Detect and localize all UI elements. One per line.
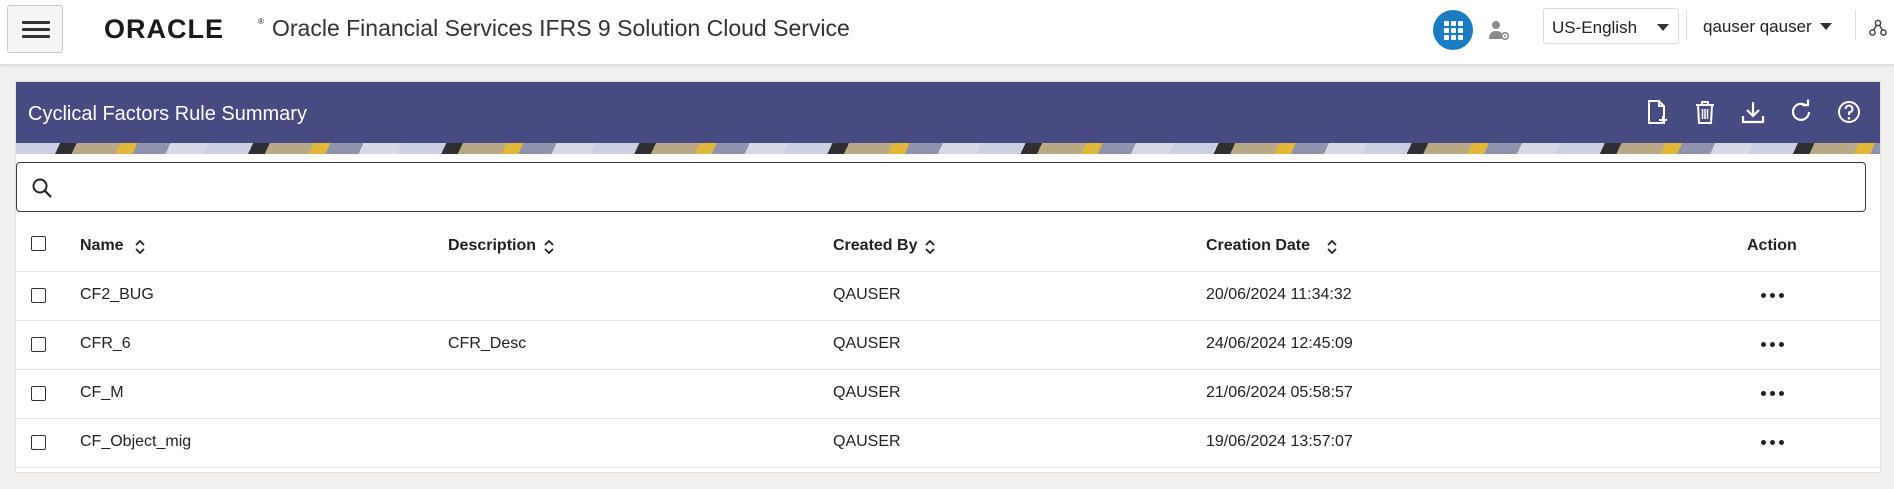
- header-divider: [1855, 10, 1856, 40]
- rule-summary-panel: Cyclical Factors Rule Summary Name Descr…: [15, 81, 1881, 473]
- sort-icon[interactable]: [543, 239, 555, 255]
- table-row[interactable]: CFR_6 CFR_Desc QAUSER 24/06/2024 12:45:0…: [16, 320, 1880, 370]
- download-icon[interactable]: [1740, 99, 1766, 125]
- cell-created-by: QAUSER: [833, 384, 901, 401]
- sort-icon[interactable]: [924, 239, 936, 255]
- column-header-description: Description: [448, 237, 537, 254]
- app-title: Oracle Financial Services IFRS 9 Solutio…: [272, 15, 850, 41]
- search-icon: [32, 178, 52, 198]
- help-icon[interactable]: [1836, 99, 1862, 125]
- cell-name: CFR_6: [80, 335, 131, 352]
- top-header: ORACLE ® Oracle Financial Services IFRS …: [0, 0, 1894, 65]
- column-header-name: Name: [80, 237, 124, 254]
- apps-grid-button[interactable]: [1433, 10, 1473, 50]
- column-header-created-by: Created By: [833, 237, 918, 254]
- column-header-action: Action: [1747, 237, 1797, 254]
- decorative-banner: [16, 143, 1880, 154]
- column-header-creation-date: Creation Date: [1206, 237, 1311, 254]
- sort-icon[interactable]: [1326, 239, 1338, 255]
- chevron-down-icon: [1820, 23, 1832, 30]
- cell-name: CF_M: [80, 384, 124, 401]
- svg-text:ORACLE: ORACLE: [104, 14, 224, 43]
- cell-description: CFR_Desc: [448, 335, 527, 352]
- row-checkbox[interactable]: [31, 337, 46, 352]
- delete-icon[interactable]: [1692, 99, 1718, 125]
- table-header-row: Name Description Created By Creation Dat…: [16, 222, 1880, 272]
- search-box[interactable]: [16, 162, 1866, 212]
- cell-name: CF2_BUG: [80, 286, 154, 303]
- cell-creation-date: 20/06/2024 11:34:32: [1206, 286, 1352, 303]
- cell-creation-date: 24/06/2024 12:45:09: [1206, 335, 1353, 352]
- row-checkbox[interactable]: [31, 435, 46, 450]
- hamburger-menu-button[interactable]: [7, 5, 63, 53]
- table-row[interactable]: CF_Object_mig QAUSER 19/06/2024 13:57:07: [16, 418, 1880, 468]
- language-value: US-English: [1552, 18, 1638, 37]
- refresh-icon[interactable]: [1788, 99, 1814, 125]
- cell-created-by: QAUSER: [833, 335, 901, 352]
- add-icon[interactable]: [1644, 99, 1670, 125]
- oracle-logo: ORACLE ®: [104, 14, 264, 43]
- cell-name: CF_Object_mig: [80, 433, 192, 450]
- select-all-checkbox[interactable]: [31, 236, 46, 251]
- sort-icon[interactable]: [134, 239, 146, 255]
- panel-header: Cyclical Factors Rule Summary: [16, 82, 1880, 143]
- row-checkbox[interactable]: [31, 288, 46, 303]
- more-actions-icon[interactable]: [1759, 430, 1787, 454]
- row-checkbox[interactable]: [31, 386, 46, 401]
- search-input[interactable]: [63, 171, 1857, 205]
- table-row[interactable]: CF_M QAUSER 21/06/2024 05:58:57: [16, 369, 1880, 419]
- cell-created-by: QAUSER: [833, 433, 901, 450]
- more-actions-icon[interactable]: [1759, 381, 1787, 405]
- chevron-down-icon: [1657, 24, 1669, 31]
- svg-text:®: ®: [258, 17, 264, 26]
- user-name: qauser qauser: [1703, 17, 1812, 36]
- header-divider: [1686, 10, 1687, 40]
- user-settings-icon[interactable]: [1487, 18, 1511, 42]
- user-menu[interactable]: qauser qauser: [1703, 8, 1843, 44]
- table-row[interactable]: CF2_BUG QAUSER 20/06/2024 11:34:32: [16, 271, 1880, 321]
- language-select[interactable]: US-English: [1543, 8, 1679, 44]
- more-actions-icon[interactable]: [1759, 283, 1787, 307]
- cell-created-by: QAUSER: [833, 286, 901, 303]
- cell-creation-date: 19/06/2024 13:57:07: [1206, 433, 1353, 450]
- cell-creation-date: 21/06/2024 05:58:57: [1206, 384, 1353, 401]
- hierarchy-icon[interactable]: [1869, 19, 1887, 37]
- panel-title: Cyclical Factors Rule Summary: [28, 103, 307, 125]
- more-actions-icon[interactable]: [1759, 332, 1787, 356]
